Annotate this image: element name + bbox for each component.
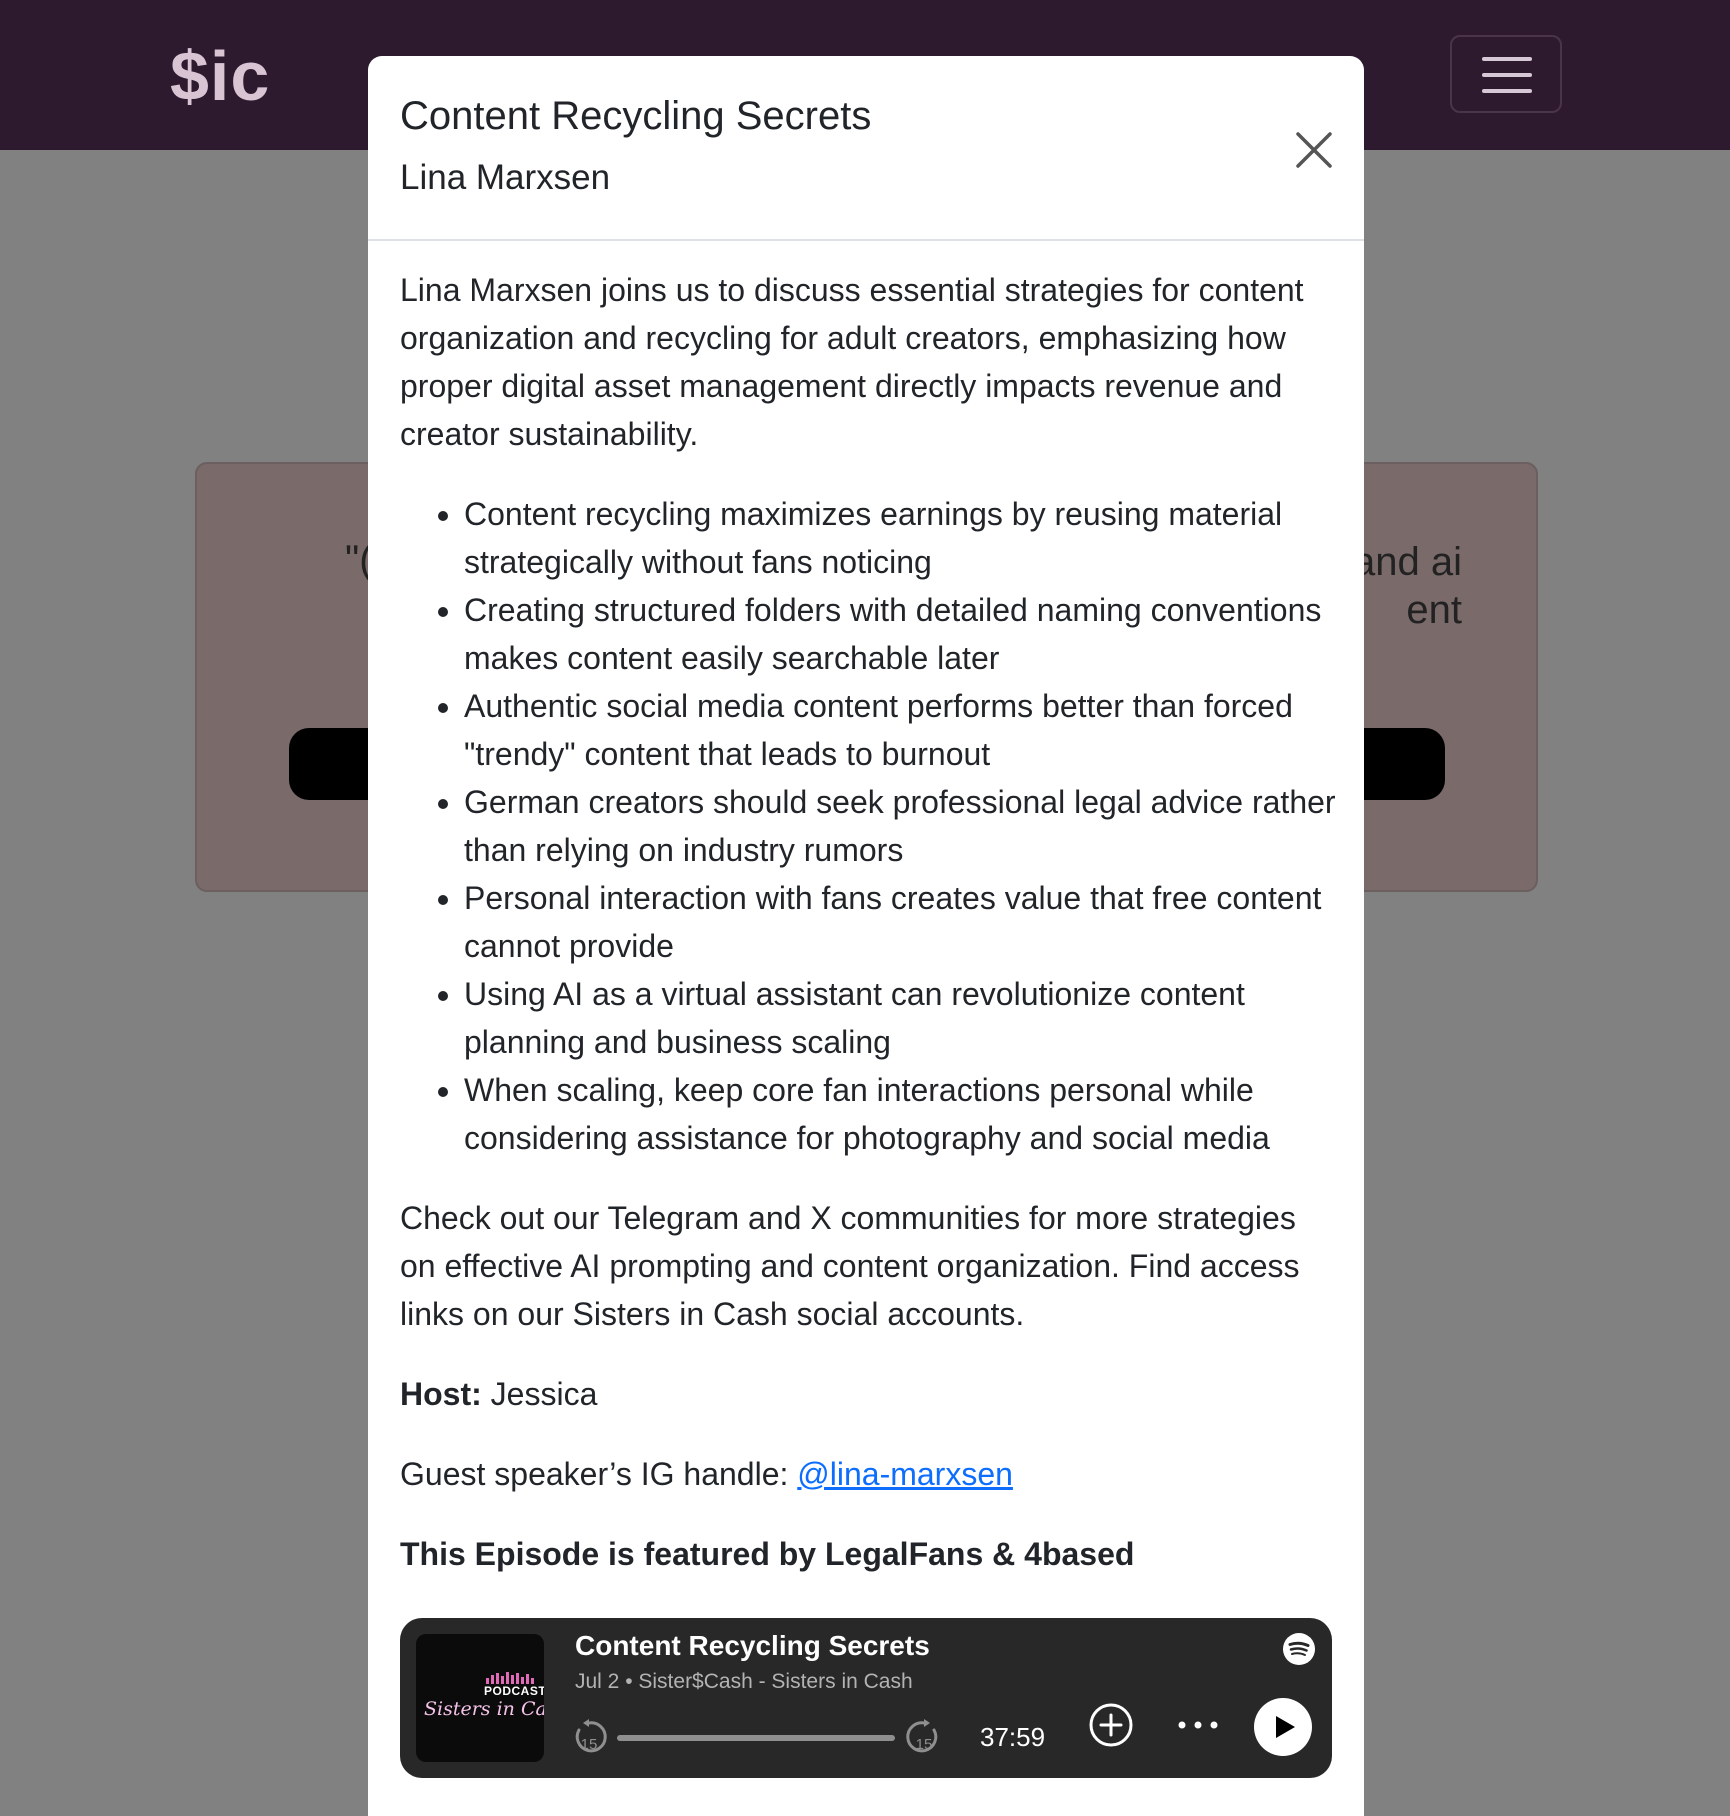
player-episode-meta[interactable]: Jul 2 • Sister$Cash - Sisters in Cash — [575, 1670, 913, 1694]
player-episode-title[interactable]: Content Recycling Secrets — [575, 1630, 930, 1662]
svg-text:15: 15 — [916, 1736, 933, 1753]
list-item: Content recycling maximizes earnings by … — [464, 490, 1336, 586]
list-item: German creators should seek professional… — [464, 778, 1336, 874]
cover-podcast-label: PODCAST — [484, 1684, 544, 1698]
list-item: Using AI as a virtual assistant can revo… — [464, 970, 1336, 1066]
spotify-player: PODCAST Sisters in Cash Content Recyclin… — [400, 1618, 1332, 1778]
progress-bar[interactable] — [617, 1735, 895, 1741]
featured-note: This Episode is featured by LegalFans & … — [400, 1536, 1135, 1572]
close-icon — [1296, 132, 1332, 168]
svg-text:15: 15 — [581, 1736, 598, 1753]
episode-modal: Content Recycling Secrets Lina Marxsen L… — [368, 56, 1364, 1816]
hamburger-icon — [1482, 89, 1532, 93]
list-item: Creating structured folders with detaile… — [464, 586, 1336, 682]
skip-forward-15-icon[interactable]: 15 — [905, 1718, 943, 1756]
hamburger-icon — [1482, 57, 1532, 61]
more-options-icon[interactable] — [1175, 1718, 1221, 1732]
host-line: Host: Jessica — [400, 1370, 1336, 1418]
modal-header: Content Recycling Secrets Lina Marxsen — [368, 56, 1364, 241]
ig-label: Guest speaker’s IG handle: — [400, 1456, 798, 1492]
modal-subtitle: Lina Marxsen — [400, 158, 611, 197]
close-button[interactable] — [1292, 128, 1336, 172]
hamburger-icon — [1482, 73, 1532, 77]
card-text-fragment: and ai ent — [1353, 540, 1462, 632]
spotify-logo-icon[interactable] — [1282, 1632, 1316, 1666]
host-name: Jessica — [481, 1376, 598, 1412]
skip-back-15-icon[interactable]: 15 — [570, 1718, 608, 1756]
add-to-library-icon[interactable] — [1088, 1702, 1134, 1748]
community-note: Check out our Telegram and X communities… — [400, 1200, 1300, 1332]
brand-logo[interactable]: $ic — [170, 36, 270, 116]
host-label: Host: — [400, 1376, 482, 1412]
list-item: When scaling, keep core fan interactions… — [464, 1066, 1336, 1162]
episode-duration: 37:59 — [980, 1722, 1046, 1752]
podcast-cover[interactable]: PODCAST Sisters in Cash — [416, 1634, 544, 1762]
modal-title: Content Recycling Secrets — [400, 94, 872, 138]
menu-toggle-button[interactable] — [1450, 35, 1562, 113]
guest-ig-line: Guest speaker’s IG handle: @lina-marxsen — [400, 1450, 1336, 1498]
list-item: Authentic social media content performs … — [464, 682, 1336, 778]
ig-handle-link[interactable]: @lina-marxsen — [797, 1456, 1013, 1492]
episode-description: Lina Marxsen joins us to discuss essenti… — [400, 272, 1304, 452]
waveform-icon — [486, 1672, 534, 1684]
play-icon[interactable] — [1253, 1697, 1313, 1757]
cover-show-name: Sisters in Cash — [424, 1698, 544, 1720]
key-points-list: Content recycling maximizes earnings by … — [400, 490, 1336, 1162]
modal-body: Lina Marxsen joins us to discuss essenti… — [400, 266, 1336, 1610]
list-item: Personal interaction with fans creates v… — [464, 874, 1336, 970]
